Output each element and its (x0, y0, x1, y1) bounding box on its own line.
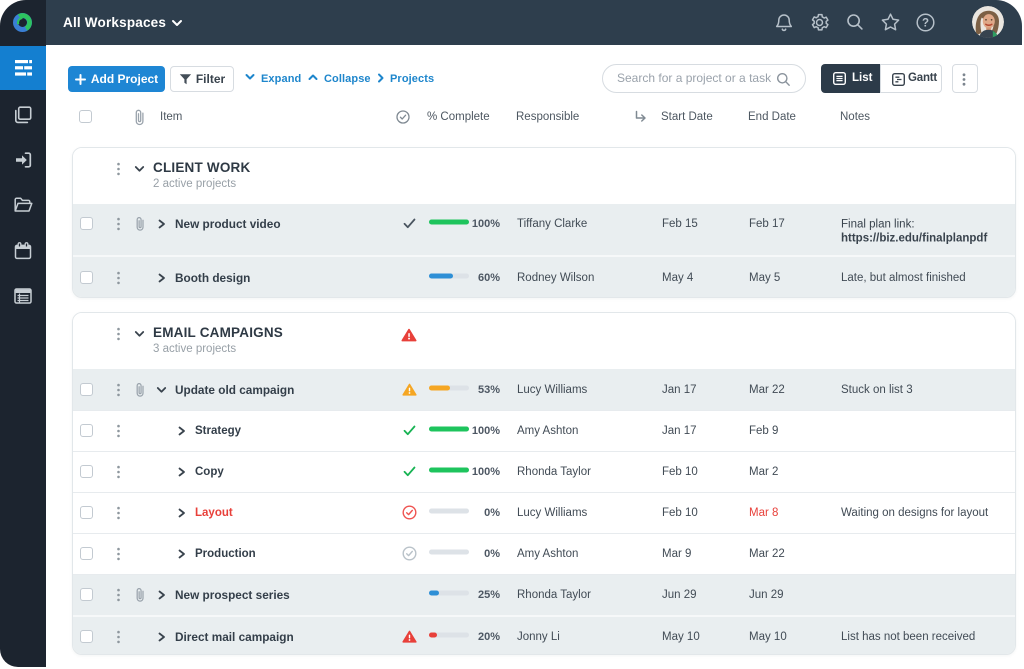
svg-text:?: ? (922, 18, 929, 30)
